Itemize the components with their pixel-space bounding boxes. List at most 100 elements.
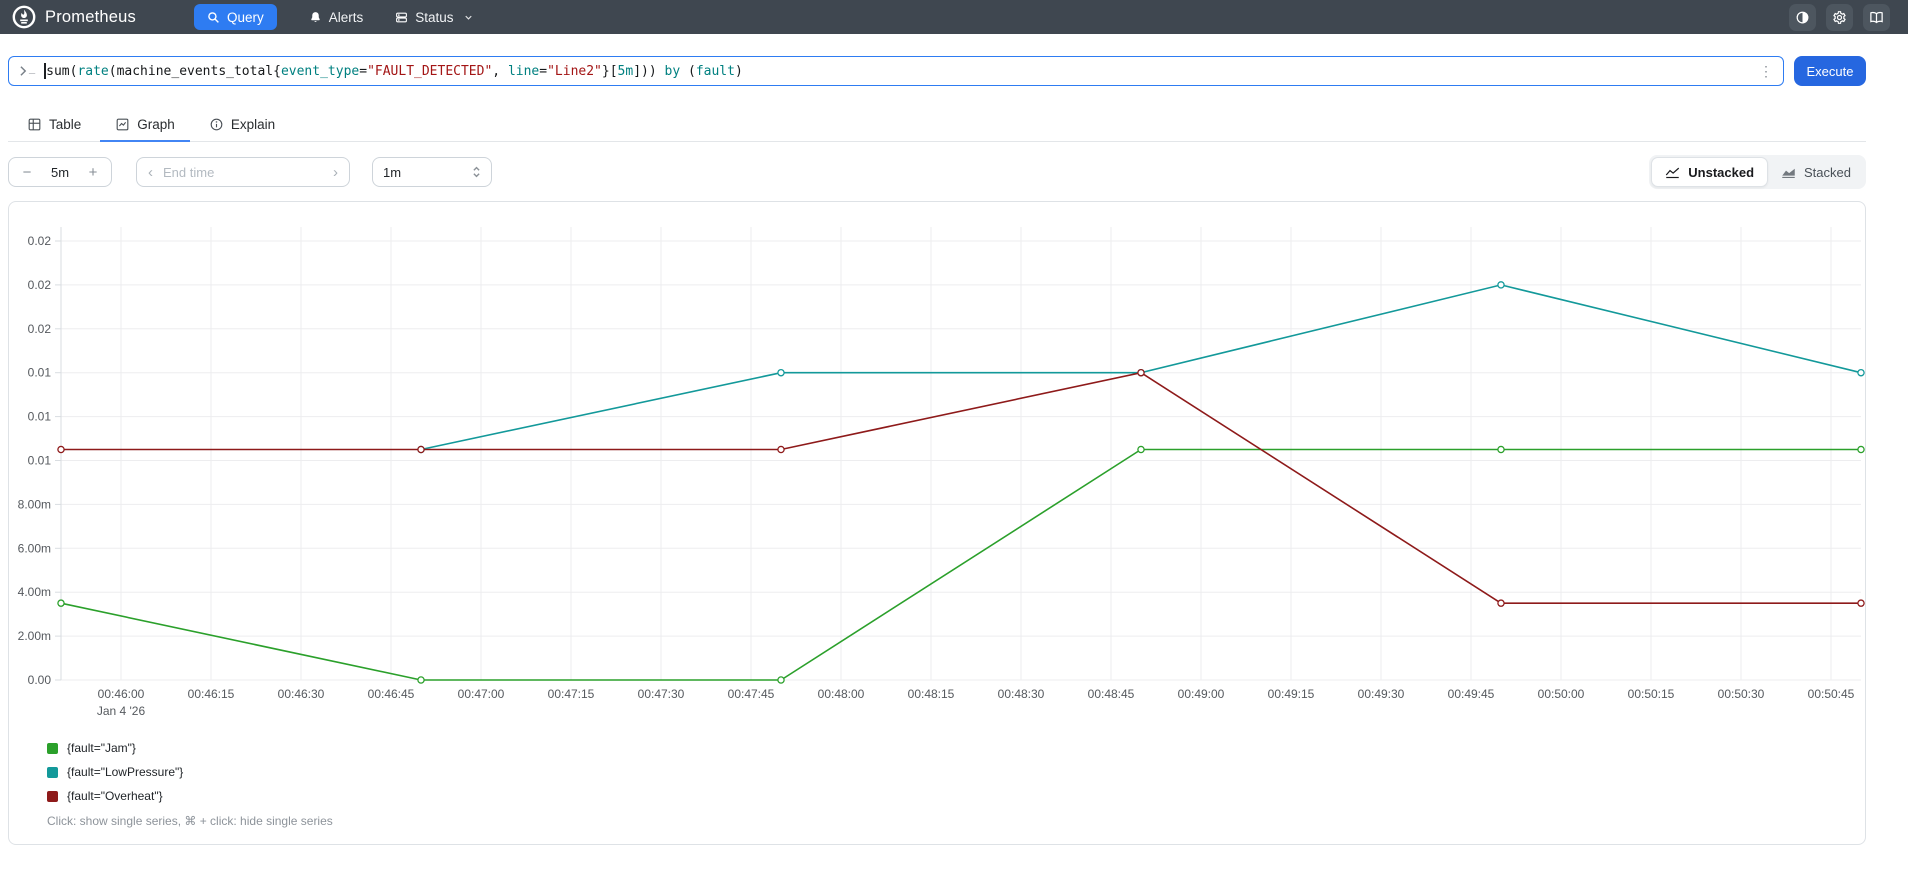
y-tick-label: 4.00m [18,585,51,599]
query-token: event_type [280,63,360,79]
stacked-icon [1781,166,1796,179]
query-token: rate [77,63,109,79]
query-token: )) [641,63,665,79]
query-token: "Line2" [547,63,602,79]
series-markers-1 [417,281,1865,454]
query-expression: sum(rate(machine_events_total{event_type… [46,64,743,79]
x-tick-label: 00:48:15 [908,687,955,701]
x-tick-label: 00:46:45 [368,687,415,701]
legend-label: {fault="Overheat"} [67,789,163,803]
unstacked-icon [1665,166,1680,179]
series-markers-2 [57,368,1865,607]
theme-toggle-button[interactable] [1789,3,1816,31]
query-token: [ [609,63,618,79]
nav-alerts-button[interactable]: Alerts [309,9,364,25]
legend-hint: Click: show single series, ⌘ + click: hi… [47,814,333,828]
settings-button[interactable] [1826,3,1853,31]
info-icon [209,117,224,132]
x-tick-label: 00:50:30 [1718,687,1765,701]
bell-icon [309,11,322,24]
query-input[interactable]: _ sum(rate(machine_events_total{event_ty… [8,56,1784,86]
execute-button[interactable]: Execute [1794,56,1866,86]
query-token: line [507,63,540,79]
graph-icon [115,117,130,132]
chevron-down-icon [463,12,474,23]
series-line-0 [60,448,1861,681]
query-token: ( [108,63,117,79]
chart-svg: 0.02 0.02 0.02 0.01 0.01 0.01 8.00m 6.00m 4.00m 2… [18,227,1865,718]
theme-toggle-icon [1795,10,1810,25]
x-tick-label: 00:49:45 [1448,687,1495,701]
stacked-option[interactable]: Stacked [1768,157,1864,187]
x-tick-label: 00:48:30 [998,687,1045,701]
query-token: ) [734,63,743,79]
tab-graph-label: Graph [137,117,175,132]
legend-item[interactable]: {fault="Overheat"} [47,784,183,808]
y-tick-label: 6.00m [18,541,51,555]
server-icon [395,11,408,24]
nav-query-button[interactable]: Query [193,4,277,30]
nav-status-menu[interactable]: Status [395,10,473,25]
graph-panel: 0.02 0.02 0.02 0.01 0.01 0.01 8.00m 6.00m 4.00m 2… [8,201,1866,845]
x-date-label: Jan 4 '26 [97,704,146,718]
query-token: = [359,63,368,79]
tab-explain-label: Explain [230,117,276,132]
stacked-label: Stacked [1804,164,1851,180]
resolution-select[interactable]: 1m [372,157,492,187]
time-forward-icon[interactable]: › [333,164,338,181]
legend-label: {fault="LowPressure"} [67,765,184,779]
query-token: ] [633,63,642,79]
tab-graph[interactable]: Graph [100,110,190,142]
range-decrease-button[interactable]: − [20,164,34,181]
prometheus-logo-icon [12,5,36,29]
x-tick-label: 00:47:45 [728,687,775,701]
gridlines [61,227,1861,681]
end-time-picker[interactable]: ‹ End time › [136,157,350,187]
x-tick-label: 00:50:15 [1628,687,1675,701]
range-value[interactable]: 5m [51,165,69,180]
kebab-menu-icon[interactable]: ⋮ [1759,64,1773,78]
time-back-icon[interactable]: ‹ [148,164,153,181]
docs-button[interactable] [1863,3,1890,31]
unstacked-option[interactable]: Unstacked [1651,157,1769,187]
book-icon [1869,10,1884,25]
tab-explain[interactable]: Explain [194,110,290,141]
terminal-prompt-icon: _ [19,63,35,77]
navbar: Prometheus Query Alerts Status [0,0,1908,34]
query-token: = [539,63,548,79]
resolution-value: 1m [383,164,402,180]
x-tick-label: 00:46:00 [98,687,145,701]
range-increase-button[interactable]: + [86,164,100,181]
search-icon [207,11,220,24]
gear-icon [1832,10,1847,25]
legend-label: {fault="Jam"} [67,741,136,755]
y-tick-label: 0.01 [28,454,52,468]
legend-item[interactable]: {fault="Jam"} [47,736,183,760]
y-tick-label: 0.01 [28,366,52,380]
query-token: { [273,63,281,79]
unstacked-label: Unstacked [1688,164,1755,180]
query-token: machine_events_total [116,63,274,79]
series-line-1 [420,284,1862,451]
x-tick-label: 00:48:45 [1088,687,1135,701]
legend-item[interactable]: {fault="LowPressure"} [47,760,183,784]
series-line-2 [61,371,1861,604]
range-selector: − 5m + [8,157,112,187]
y-tick-label: 0.02 [28,234,52,248]
table-icon [27,117,42,132]
tab-table[interactable]: Table [12,110,96,141]
select-chevrons-icon [472,165,481,179]
x-tick-label: 00:50:45 [1808,687,1855,701]
brand: Prometheus [12,5,136,29]
x-tick-label: 00:47:15 [548,687,595,701]
legend-swatch [47,766,58,778]
query-token: fault [695,63,735,79]
brand-name: Prometheus [45,7,136,26]
nav-alerts-label: Alerts [328,9,364,25]
query-token: "FAULT_DETECTED" [367,63,493,79]
x-tick-label: 00:49:15 [1268,687,1315,701]
nav-query-label: Query [226,9,264,25]
x-tick-label: 00:46:15 [188,687,235,701]
query-token: 5m [617,63,634,79]
query-token: , [492,63,508,79]
